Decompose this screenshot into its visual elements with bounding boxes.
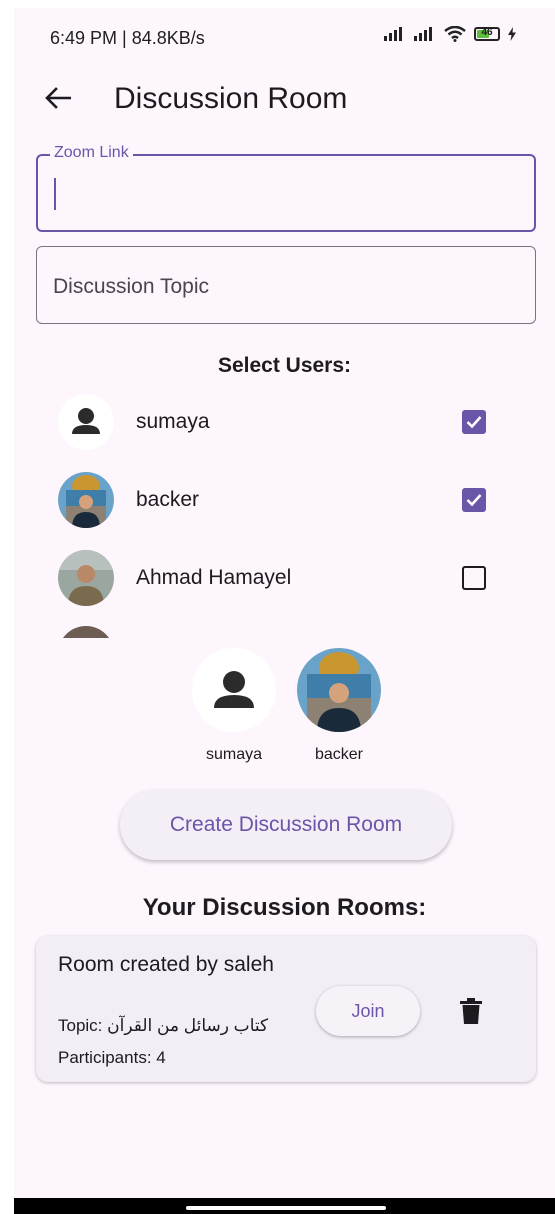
select-users-title: Select Users: — [217, 354, 352, 377]
check-icon — [466, 416, 482, 429]
user-name: sumaya — [136, 410, 210, 433]
arrow-back-icon — [45, 87, 71, 109]
avatar-placeholder-icon — [58, 394, 114, 450]
discussion-topic-placeholder: Discussion Topic — [53, 275, 210, 298]
delete-room-button[interactable] — [454, 994, 488, 1028]
page-title: Discussion Room — [114, 82, 348, 115]
room-title: Room created by saleh — [58, 953, 274, 976]
avatar-placeholder-icon — [192, 648, 276, 732]
user-checkbox-checked[interactable] — [462, 488, 486, 512]
selected-user-name: backer — [314, 746, 364, 763]
home-indicator[interactable] — [186, 1206, 386, 1210]
user-checkbox-unchecked[interactable] — [462, 566, 486, 590]
battery-level: 46 — [481, 27, 493, 38]
selected-user-chip: backer — [294, 648, 384, 764]
user-checkbox-checked[interactable] — [462, 410, 486, 434]
user-row-ahmad-hamayel[interactable]: Ahmad Hamayel — [54, 546, 504, 610]
zoom-link-field[interactable]: Zoom Link — [36, 144, 536, 232]
create-discussion-room-button[interactable]: Create Discussion Room — [120, 790, 452, 860]
user-avatar-photo — [58, 550, 114, 606]
room-topic: Topic: كتاب رسائل من القرآن — [58, 1016, 269, 1035]
trash-icon — [460, 998, 482, 1024]
charging-icon — [508, 27, 516, 41]
selected-user-chip: sumaya — [189, 648, 279, 764]
status-icons: 46 — [384, 26, 516, 42]
back-button[interactable] — [36, 76, 80, 120]
user-name: backer — [136, 488, 200, 511]
user-avatar-photo — [297, 648, 381, 732]
selected-user-name: sumaya — [205, 746, 263, 763]
signal-icon-2 — [414, 27, 432, 41]
user-row-sumaya[interactable]: sumaya — [54, 390, 504, 454]
user-avatar-partial — [58, 626, 114, 638]
discussion-topic-field[interactable]: Discussion Topic — [36, 246, 536, 324]
check-icon — [466, 494, 482, 507]
signal-icon — [384, 27, 402, 41]
user-avatar-photo — [58, 472, 114, 528]
room-participants: Participants: 4 — [58, 1048, 166, 1067]
your-rooms-title: Your Discussion Rooms: — [142, 894, 427, 921]
status-time: 6:49 PM | 84.8KB/s — [50, 28, 205, 48]
room-card: Room created by saleh Topic: كتاب رسائل … — [36, 936, 536, 1082]
user-row-backer[interactable]: backer — [54, 468, 504, 532]
join-room-button[interactable]: Join — [316, 986, 420, 1036]
text-cursor — [54, 178, 56, 210]
app-screen: 6:49 PM | 84.8KB/s 46 Discussion Room Zo… — [14, 8, 555, 1198]
wifi-icon — [444, 26, 466, 42]
battery-icon: 46 — [474, 27, 500, 41]
zoom-link-label: Zoom Link — [50, 144, 133, 162]
user-name: Ahmad Hamayel — [136, 566, 292, 589]
